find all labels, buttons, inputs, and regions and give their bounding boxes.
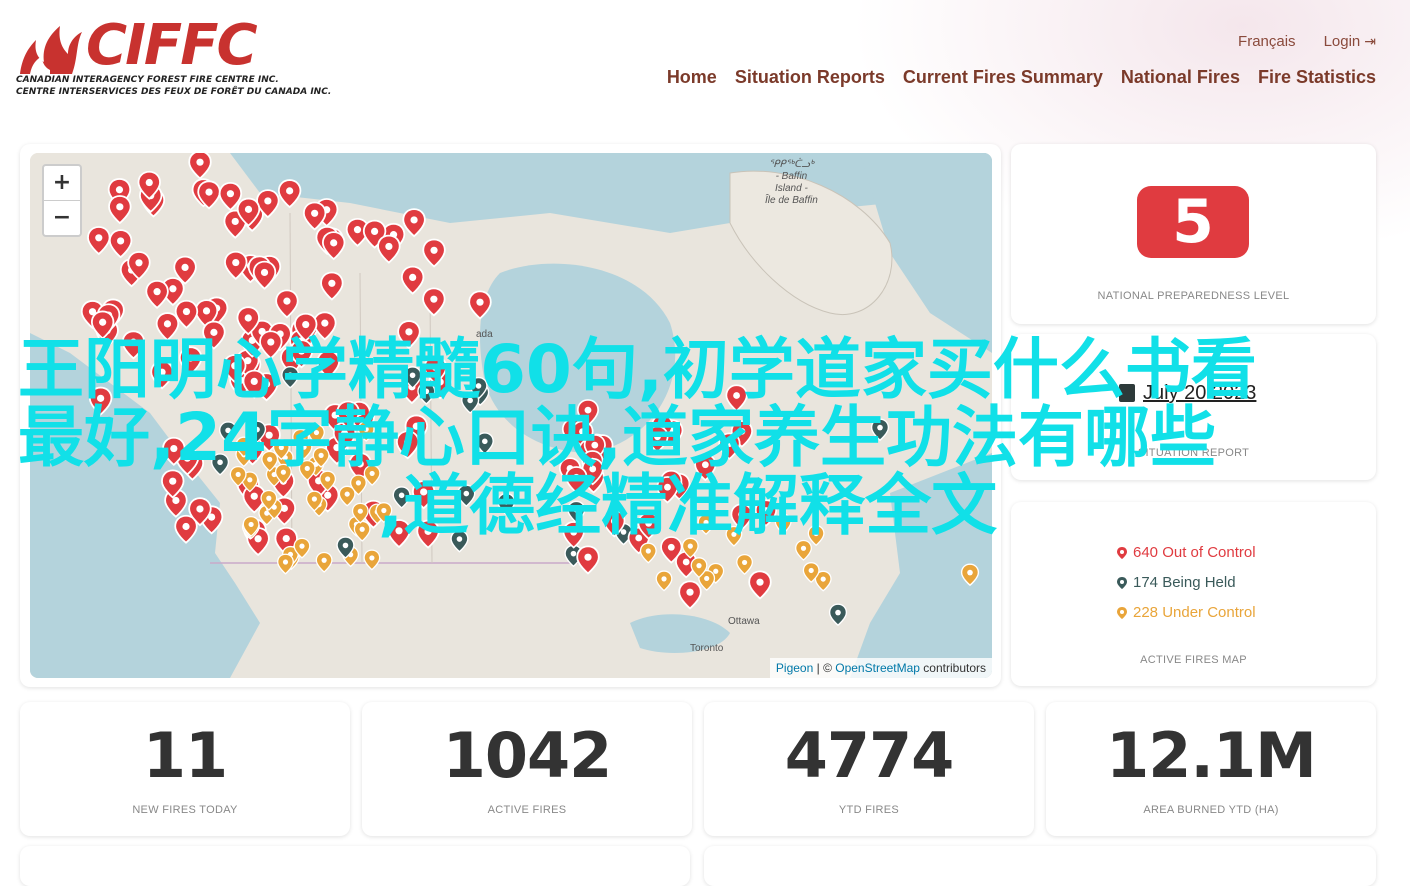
- preparedness-card[interactable]: 5 NATIONAL PREPAREDNESS LEVEL: [1011, 144, 1376, 324]
- main-nav: Home Situation Reports Current Fires Sum…: [667, 67, 1376, 88]
- map-pin-icon: [1117, 577, 1127, 589]
- stat-card-area-burned[interactable]: 12.1M AREA BURNED YTD (HA): [1046, 702, 1376, 836]
- ciffc-logo[interactable]: CIFFC CANADIAN INTERAGENCY FOREST FIRE C…: [16, 12, 331, 102]
- stat-label: YTD FIRES: [838, 804, 900, 816]
- login-link[interactable]: Login ⇥: [1324, 33, 1376, 50]
- fire-status-legend: 640 Out of Control 174 Being Held 228 Un…: [1117, 538, 1256, 628]
- nav-national-fires[interactable]: National Fires: [1121, 67, 1240, 88]
- situation-report-caption: SITUATION REPORT: [1137, 447, 1250, 459]
- situation-report-card[interactable]: July 20 2023 SITUATION REPORT: [1011, 334, 1376, 480]
- logo-english-name: CANADIAN INTERAGENCY FOREST FIRE CENTRE …: [16, 75, 279, 85]
- stat-label: AREA BURNED YTD (HA): [1143, 804, 1279, 816]
- map-label-ottawa: Ottawa: [728, 616, 760, 627]
- legend-out-of-control: 640 Out of Control: [1117, 538, 1256, 568]
- zoom-in-button[interactable]: +: [44, 166, 80, 201]
- openstreetmap-link[interactable]: OpenStreetMap: [835, 661, 920, 675]
- legend-out-of-control-label: 640 Out of Control: [1133, 544, 1256, 561]
- active-fires-map-caption: ACTIVE FIRES MAP: [1140, 654, 1247, 666]
- bottom-card-right: [704, 846, 1376, 886]
- fire-map[interactable]: + − ᕿᑭᖅᑖᓗᒃ - Baffin Island - Île de Baff…: [30, 153, 992, 678]
- zoom-out-button[interactable]: −: [44, 201, 80, 235]
- situation-report-date[interactable]: July 20 2023: [1143, 382, 1256, 405]
- legend-being-held: 174 Being Held: [1117, 568, 1256, 598]
- attribution-separator: | ©: [813, 661, 836, 675]
- stat-card-new-fires[interactable]: 11 NEW FIRES TODAY: [20, 702, 350, 836]
- stat-value: 4774: [784, 719, 955, 792]
- calendar-icon: [1119, 384, 1135, 402]
- login-label: Login: [1323, 33, 1361, 50]
- map-label-canada: ada: [476, 329, 493, 340]
- nav-home[interactable]: Home: [667, 67, 717, 88]
- utility-links: Français Login ⇥: [1238, 33, 1376, 50]
- stat-value: 12.1M: [1106, 719, 1317, 792]
- logo-french-name: CENTRE INTERSERVICES DES FEUX DE FORÊT D…: [16, 87, 332, 97]
- pigeon-link[interactable]: Pigeon: [776, 661, 813, 675]
- stat-value: 1042: [442, 719, 613, 792]
- baffin-label-fr: Île de Baffin: [765, 195, 818, 206]
- logo-wordmark: CIFFC: [86, 13, 258, 78]
- baffin-label-en2: Island -: [775, 183, 808, 194]
- nav-fire-statistics[interactable]: Fire Statistics: [1258, 67, 1376, 88]
- flame-icon: [20, 26, 82, 74]
- map-zoom-control: + −: [42, 164, 82, 237]
- stat-label: ACTIVE FIRES: [487, 804, 567, 816]
- active-fires-map-card[interactable]: 640 Out of Control 174 Being Held 228 Un…: [1011, 502, 1376, 686]
- fire-map-card: + − ᕿᑭᖅᑖᓗᒃ - Baffin Island - Île de Baff…: [20, 144, 1001, 687]
- legend-being-held-label: 174 Being Held: [1133, 574, 1236, 591]
- legend-under-control-label: 228 Under Control: [1133, 604, 1256, 621]
- map-canvas[interactable]: [30, 153, 992, 678]
- preparedness-level-badge: 5: [1137, 186, 1249, 258]
- map-pin-icon: [1117, 607, 1127, 619]
- baffin-label-syllabics: ᕿᑭᖅᑖᓗᒃ: [768, 159, 814, 170]
- map-pin-icon: [1117, 547, 1127, 559]
- login-arrow-icon: ⇥: [1364, 33, 1376, 49]
- map-label-toronto: Toronto: [690, 643, 724, 654]
- attribution-contributors: contributors: [919, 661, 986, 675]
- map-label-baffin: ᕿᑭᖅᑖᓗᒃ - Baffin Island - Île de Baffin: [765, 159, 818, 207]
- stat-card-ytd-fires[interactable]: 4774 YTD FIRES: [704, 702, 1034, 836]
- nav-current-fires-summary[interactable]: Current Fires Summary: [903, 67, 1103, 88]
- nav-situation-reports[interactable]: Situation Reports: [735, 67, 885, 88]
- legend-under-control: 228 Under Control: [1117, 598, 1256, 628]
- stat-label: NEW FIRES TODAY: [132, 804, 238, 816]
- stat-value: 11: [142, 719, 228, 792]
- preparedness-caption: NATIONAL PREPAREDNESS LEVEL: [1097, 290, 1290, 302]
- stat-card-active-fires[interactable]: 1042 ACTIVE FIRES: [362, 702, 692, 836]
- bottom-card-left: [20, 846, 690, 886]
- map-attribution: Pigeon | © OpenStreetMap contributors: [769, 658, 992, 678]
- baffin-label-en1: - Baffin: [775, 171, 808, 182]
- language-toggle[interactable]: Français: [1238, 33, 1296, 50]
